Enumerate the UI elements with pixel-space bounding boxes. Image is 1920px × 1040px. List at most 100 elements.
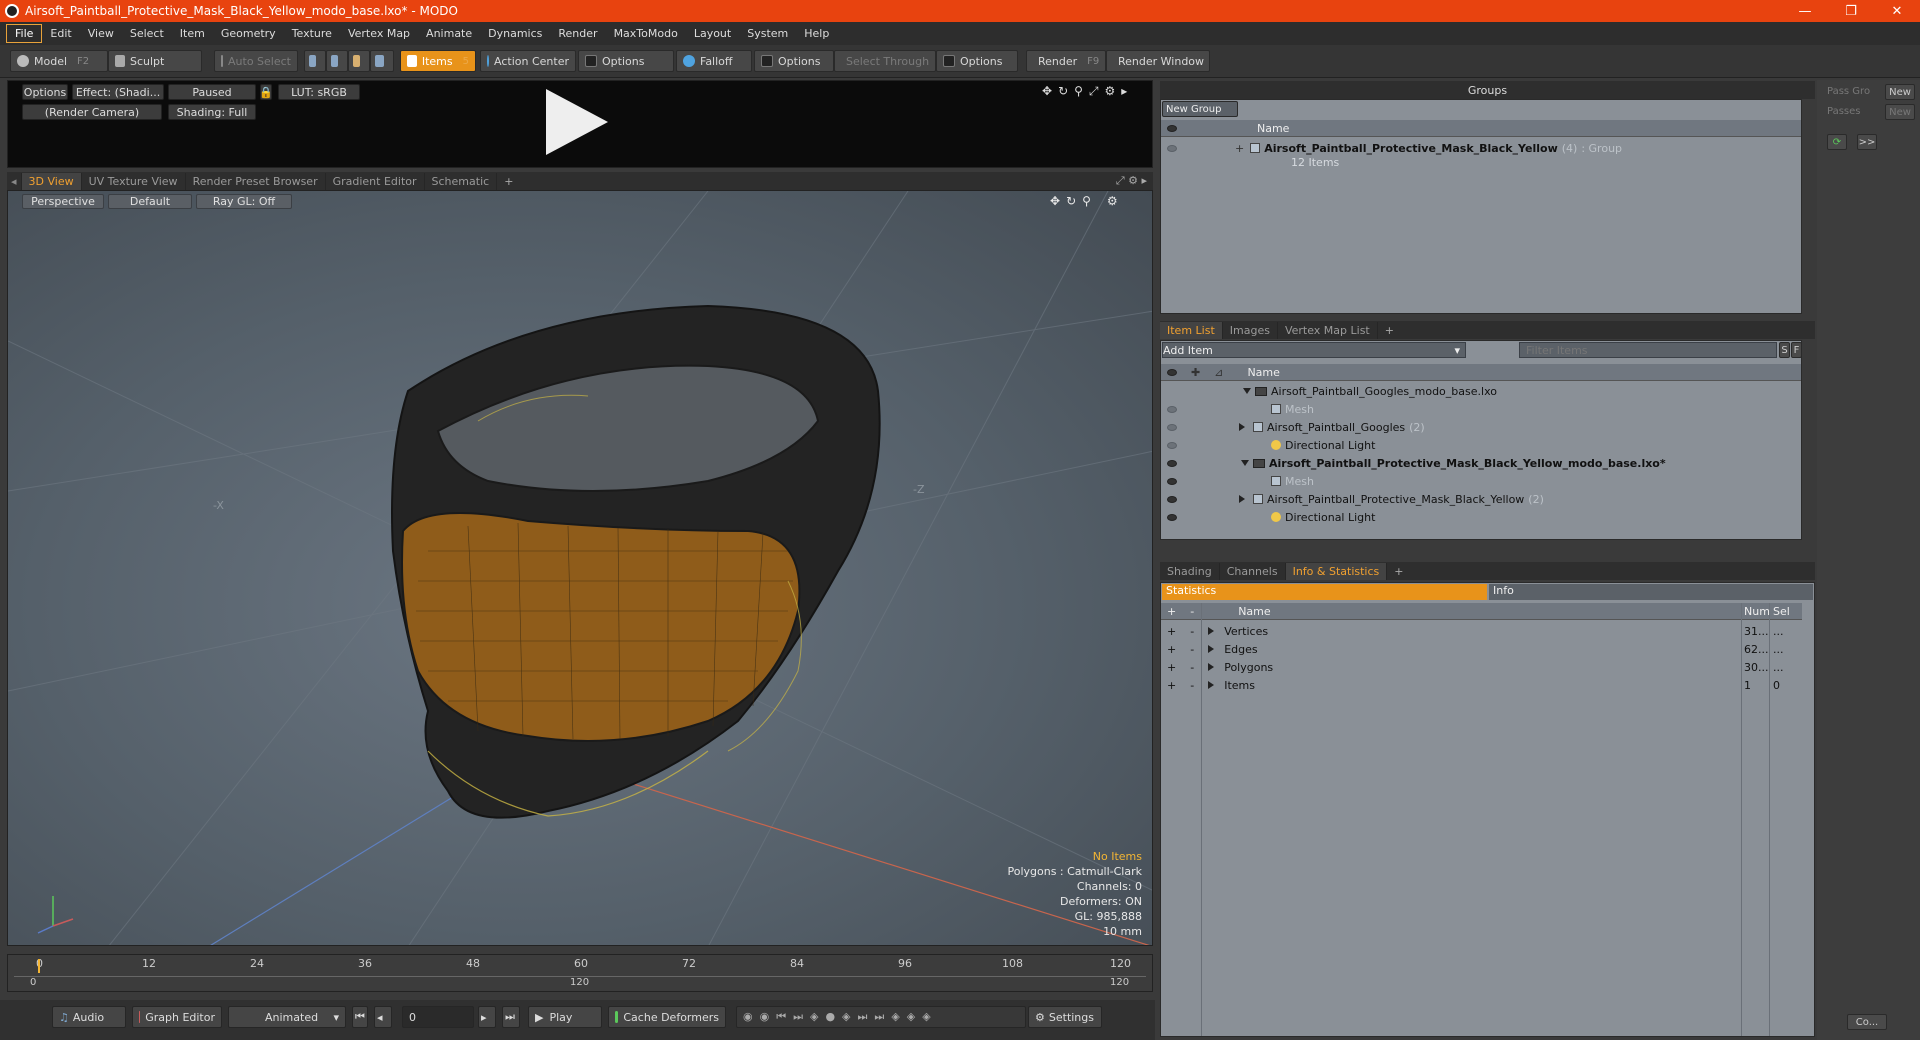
gear-icon[interactable]: ⚙ (1107, 194, 1118, 208)
expand-icon[interactable] (1208, 681, 1215, 689)
default-dropdown[interactable]: Default (108, 194, 192, 209)
visibility-icon[interactable] (1167, 513, 1177, 521)
tab-3d-view[interactable]: 3D View (21, 172, 82, 190)
expand-icon[interactable] (1208, 645, 1215, 653)
expand-icon[interactable] (1208, 663, 1215, 671)
play-preview-icon[interactable] (546, 89, 608, 155)
visibility-icon[interactable] (1167, 423, 1177, 431)
select-through-button[interactable]: Select Through (834, 50, 936, 72)
refresh-icon[interactable]: ⟳ (1827, 134, 1847, 150)
tab-shading[interactable]: Shading (1160, 562, 1220, 580)
preview-camera-dropdown[interactable]: (Render Camera) (22, 104, 162, 120)
add-tab-button[interactable]: + (1378, 322, 1401, 339)
playhead[interactable] (38, 959, 40, 973)
tab-images[interactable]: Images (1223, 321, 1278, 339)
graph-editor-button[interactable]: Graph Editor (132, 1006, 222, 1028)
stat-row-edges[interactable]: + - Edges 62...... (1161, 640, 1802, 658)
expand-icon[interactable] (1208, 627, 1215, 635)
falloff-options-button[interactable]: Options (754, 50, 834, 72)
list-item-light-1[interactable]: Directional Light (1161, 436, 1801, 454)
tab-schematic[interactable]: Schematic (425, 172, 498, 190)
menu-layout[interactable]: Layout (686, 25, 739, 42)
first-frame-button[interactable]: ⏮ (352, 1006, 368, 1028)
menu-geometry[interactable]: Geometry (213, 25, 284, 42)
side-bottom-button[interactable]: Co... (1847, 1014, 1887, 1030)
next-frame-button[interactable]: ▸ (478, 1006, 496, 1028)
view-tab-icons[interactable]: ⤢ ⚙ ▸ (1116, 174, 1153, 188)
menu-render[interactable]: Render (550, 25, 605, 42)
zoom-icon[interactable]: ⚲ (1074, 84, 1083, 99)
expand-icon[interactable] (1239, 495, 1245, 503)
menu-system[interactable]: System (739, 25, 796, 42)
action-center-button[interactable]: Action Center (480, 50, 576, 72)
items-mode-button[interactable]: Items 5 (400, 50, 476, 72)
statistics-tab[interactable]: Statistics (1162, 584, 1487, 600)
new-pass-button[interactable]: New (1885, 104, 1915, 120)
expand-icon[interactable] (1239, 423, 1245, 431)
menu-view[interactable]: View (80, 25, 122, 42)
visibility-icon[interactable] (1167, 459, 1177, 467)
info-tab[interactable]: Info (1489, 584, 1813, 600)
panel-menu-icon[interactable]: ◂ (7, 172, 22, 190)
settings-button[interactable]: ⚙ Settings (1028, 1006, 1102, 1028)
visibility-icon[interactable] (1167, 144, 1177, 152)
add-tab-button[interactable]: + (1387, 563, 1410, 580)
menu-animate[interactable]: Animate (418, 25, 480, 42)
menu-select[interactable]: Select (122, 25, 172, 42)
visibility-icon[interactable] (1167, 477, 1177, 485)
new-group-button[interactable]: New Group (1162, 101, 1238, 117)
zoom-icon[interactable]: ⚲ (1082, 194, 1091, 208)
list-item-scene-2[interactable]: Airsoft_Paintball_Protective_Mask_Black_… (1161, 454, 1801, 472)
s-button[interactable]: S (1779, 342, 1790, 358)
render-button[interactable]: Render F9 (1026, 50, 1106, 72)
add-item-dropdown[interactable]: Add Item ▾ (1162, 342, 1466, 358)
edges-mode-button[interactable] (326, 50, 348, 72)
move-icon[interactable]: ✥ (1050, 194, 1060, 208)
close-button[interactable]: ✕ (1874, 4, 1920, 19)
raygl-dropdown[interactable]: Ray GL: Off (196, 194, 292, 209)
move-icon[interactable]: ✥ (1042, 84, 1052, 99)
new-pass-group-button[interactable]: New (1885, 84, 1915, 100)
menu-vertex-map[interactable]: Vertex Map (340, 25, 418, 42)
list-item-mask-group[interactable]: Airsoft_Paintball_Protective_Mask_Black_… (1161, 490, 1801, 508)
tab-render-preset-browser[interactable]: Render Preset Browser (186, 172, 326, 190)
list-item-mesh-2[interactable]: Mesh (1161, 472, 1801, 490)
group-row[interactable]: + Airsoft_Paintball_Protective_Mask_Blac… (1161, 139, 1801, 157)
rotate-icon[interactable]: ↻ (1058, 84, 1068, 99)
action-center-options-button[interactable]: Options (578, 50, 674, 72)
menu-edit[interactable]: Edit (42, 25, 79, 42)
expand-icon[interactable]: ⤢ (1089, 84, 1099, 99)
falloff-button[interactable]: Falloff (676, 50, 752, 72)
list-item-light-2[interactable]: Directional Light (1161, 508, 1801, 526)
perspective-dropdown[interactable]: Perspective (22, 194, 104, 209)
list-item-googles-group[interactable]: Airsoft_Paintball_Googles (2) (1161, 418, 1801, 436)
preview-options-button[interactable]: Options (22, 84, 68, 100)
visibility-icon[interactable] (1167, 441, 1177, 449)
model-mode-button[interactable]: Model F2 (10, 50, 108, 72)
3d-viewport[interactable]: -X -Z Perspective Default Ray GL: Off ✥ … (7, 190, 1153, 946)
chevron-right-icon[interactable]: ▸ (1121, 84, 1127, 99)
gear-icon[interactable]: ⚙ (1105, 84, 1116, 99)
stat-row-polygons[interactable]: + - Polygons 30...... (1161, 658, 1802, 676)
list-item-scene-1[interactable]: Airsoft_Paintball_Googles_modo_base.lxo (1161, 382, 1801, 400)
rotate-icon[interactable]: ↻ (1066, 194, 1076, 208)
materials-mode-button[interactable] (370, 50, 394, 72)
vertices-mode-button[interactable] (304, 50, 326, 72)
tab-channels[interactable]: Channels (1220, 562, 1286, 580)
key-tools-strip[interactable]: ◉◉⏮⏭◈●◈⏭⏭◈◈◈ (736, 1006, 1026, 1028)
tab-item-list[interactable]: Item List (1160, 321, 1223, 339)
stat-row-items[interactable]: + - Items 1 0 (1161, 676, 1802, 694)
preview-paused-button[interactable]: Paused (168, 84, 256, 100)
lock-icon[interactable]: 🔒 (259, 84, 273, 100)
tab-info-statistics[interactable]: Info & Statistics (1285, 562, 1388, 580)
preview-shading-dropdown[interactable]: Shading: Full (168, 104, 256, 120)
menu-texture[interactable]: Texture (284, 25, 340, 42)
tab-uv-texture-view[interactable]: UV Texture View (82, 172, 186, 190)
prev-frame-button[interactable]: ◂ (374, 1006, 392, 1028)
auto-select-button[interactable]: Auto Select (214, 50, 298, 72)
preview-effect-dropdown[interactable]: Effect: (Shadi... (72, 84, 164, 100)
timeline[interactable]: 0 12 24 36 48 60 72 84 96 108 120 0 120 … (7, 954, 1153, 992)
menu-file[interactable]: File (6, 24, 43, 43)
select-through-options-button[interactable]: Options (936, 50, 1018, 72)
play-button[interactable]: ▶ Play (528, 1006, 602, 1028)
